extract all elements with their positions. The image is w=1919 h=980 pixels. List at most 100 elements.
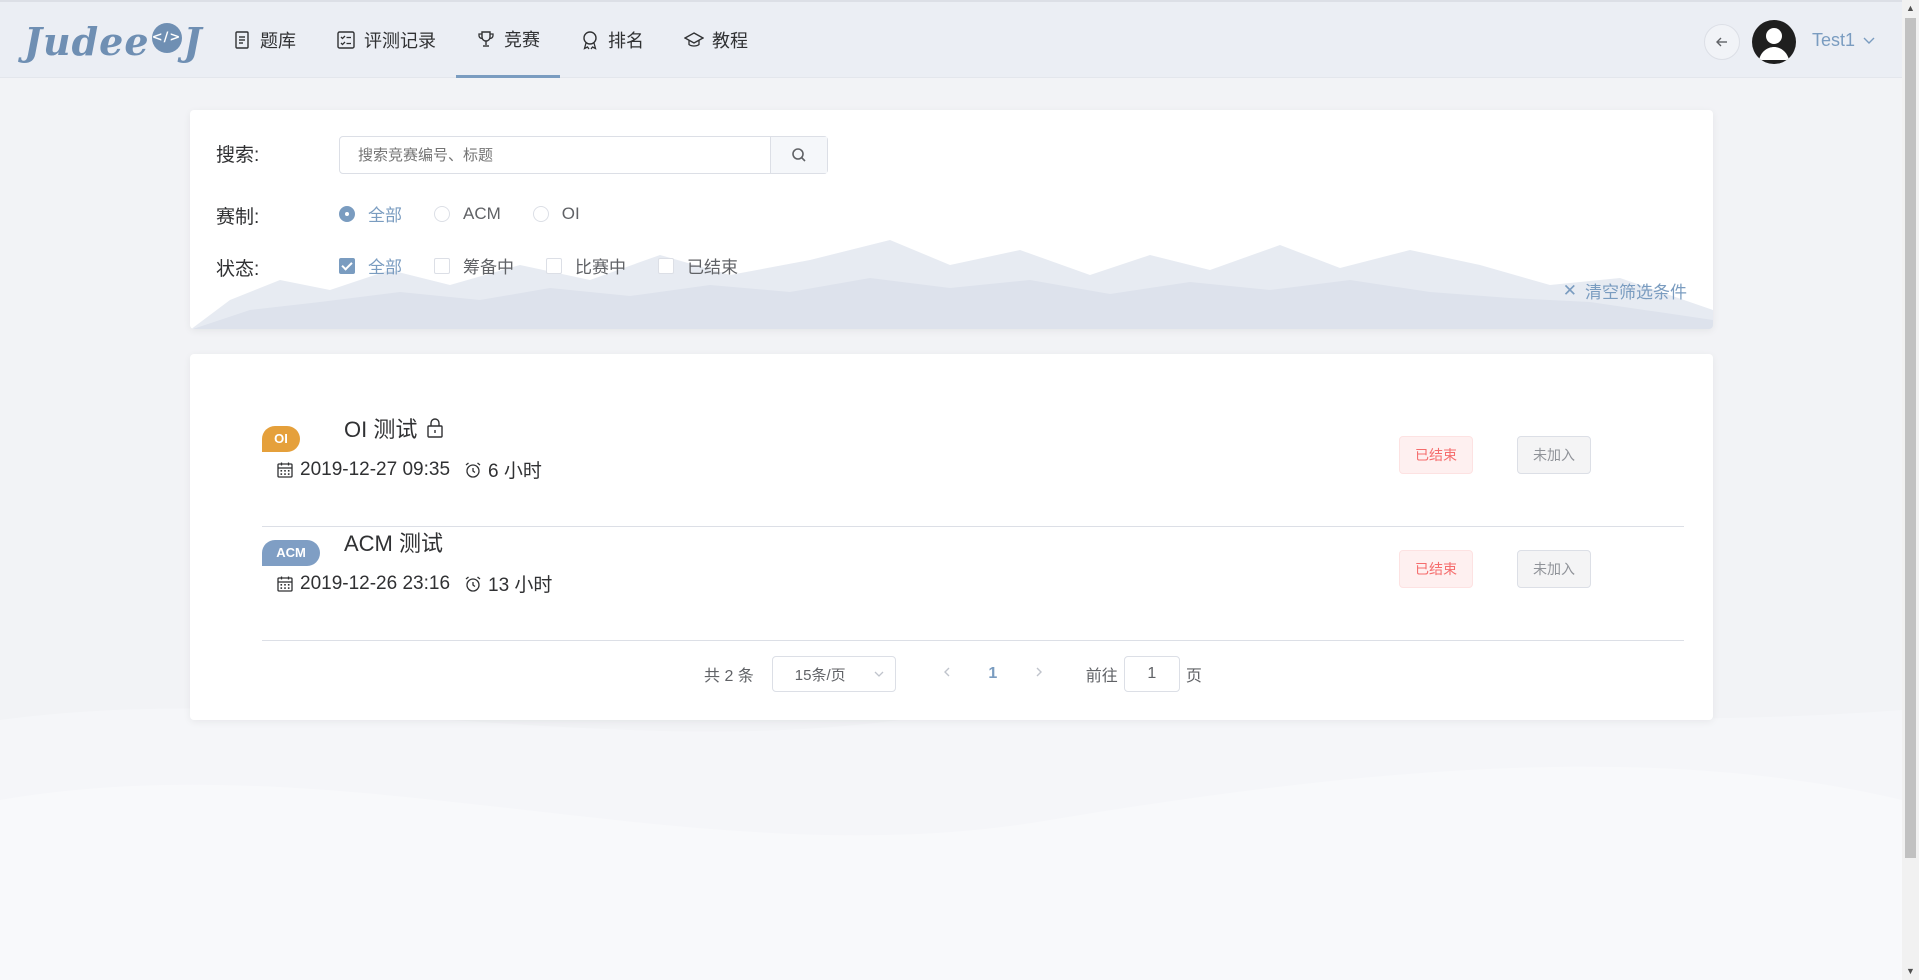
- avatar[interactable]: [1752, 20, 1796, 64]
- main-nav: 题库 评测记录 竞赛 排名 教程: [212, 2, 768, 78]
- nav-item-contests[interactable]: 竞赛: [456, 2, 560, 78]
- contest-meta: 2019-12-27 09:35 6 小时: [276, 456, 542, 483]
- pagination-total: 共 2 条: [704, 668, 754, 685]
- checkbox-ended[interactable]: 已结束: [658, 253, 738, 278]
- chevron-down-icon: [874, 671, 884, 677]
- scrollbar-thumb[interactable]: [1905, 18, 1916, 858]
- page-size-select[interactable]: 15条/页: [771, 656, 896, 692]
- checkbox[interactable]: [434, 257, 450, 274]
- radio-label: ACM: [463, 203, 501, 223]
- calendar-icon: [277, 462, 293, 478]
- filter-panel: 搜索: 赛制: 全部 ACM OI 状态: 全部 筹备中 比赛中 已结束 ✕ 清…: [190, 110, 1713, 329]
- next-page-button[interactable]: [1016, 665, 1062, 683]
- arrow-left-icon: [1716, 37, 1727, 47]
- radio-acm[interactable]: ACM: [434, 204, 501, 224]
- contest-duration: 13 小时: [464, 570, 552, 597]
- page: Judee </> J 题库 评测记录 竞赛 排名 教程 Test1 搜索: 搜…: [0, 0, 1902, 980]
- checkbox-label: 已结束: [687, 258, 738, 277]
- graduation-cap-icon: [684, 32, 704, 47]
- document-icon: [235, 31, 249, 49]
- pagination: 共 2 条 15条/页 1 前往 1 页: [704, 656, 1202, 692]
- type-radio-group: 全部 ACM OI: [339, 201, 612, 226]
- username[interactable]: Test1: [1812, 30, 1855, 51]
- logo[interactable]: Judee </> J: [24, 18, 203, 64]
- checkbox[interactable]: [546, 257, 562, 274]
- checkbox-running[interactable]: 比赛中: [546, 253, 626, 278]
- contest-title[interactable]: ACM 测试: [344, 526, 443, 558]
- checkbox[interactable]: [658, 257, 674, 274]
- checkbox-label: 比赛中: [575, 258, 626, 277]
- contest-row[interactable]: OI OI 测试 2019-12-27 09:35 6 小时 已结束 未加入: [262, 412, 1684, 527]
- alarm-clock-icon: [465, 575, 481, 592]
- logo-text: Judee: [24, 18, 150, 64]
- nav-label: 评测记录: [364, 31, 436, 51]
- clear-filters-label: 清空筛选条件: [1585, 283, 1687, 302]
- nav-item-submissions[interactable]: 评测记录: [316, 2, 456, 78]
- nav-label: 竞赛: [504, 29, 540, 50]
- radio-button[interactable]: [434, 205, 450, 222]
- contest-type-tag: OI: [262, 426, 300, 452]
- logo-text-end: J: [183, 18, 203, 64]
- nav-item-problems[interactable]: 题库: [212, 2, 316, 78]
- goto-page: 前往 1 页: [1086, 656, 1202, 692]
- status-badge: 已结束: [1399, 550, 1473, 588]
- radio-oi[interactable]: OI: [532, 203, 580, 224]
- trophy-icon: [478, 30, 494, 47]
- contest-start-time: 2019-12-27 09:35: [300, 458, 451, 480]
- checkbox-label: 筹备中: [463, 258, 514, 277]
- status-checkbox-group: 全部 筹备中 比赛中 已结束: [339, 253, 770, 278]
- nav-label: 教程: [712, 31, 748, 51]
- search-label: 搜索:: [216, 145, 260, 166]
- mountain-decoration: [191, 240, 1713, 329]
- user-silhouette-icon: [1759, 28, 1789, 60]
- radio-button[interactable]: [532, 205, 549, 222]
- join-status-badge: 未加入: [1517, 436, 1591, 474]
- contest-duration-text: 6 小时: [488, 461, 542, 482]
- vertical-scrollbar[interactable]: ▲ ▼: [1902, 0, 1919, 980]
- page-number-current[interactable]: 1: [970, 665, 1016, 683]
- nav-item-ranking[interactable]: 排名: [560, 2, 664, 78]
- page-size-value: 15条/页: [794, 666, 846, 684]
- search-button[interactable]: [770, 137, 827, 173]
- close-icon: ✕: [1562, 280, 1577, 300]
- scroll-down-arrow-icon[interactable]: ▼: [1902, 963, 1919, 980]
- radio-label: OI: [561, 203, 580, 223]
- contest-title-text: ACM 测试: [344, 531, 444, 556]
- radio-label: 全部: [368, 206, 402, 225]
- back-button[interactable]: [1704, 24, 1740, 60]
- top-navbar: Judee </> J 题库 评测记录 竞赛 排名 教程 Test1: [0, 0, 1902, 78]
- calendar-icon: [277, 576, 293, 592]
- medal-icon: [583, 31, 597, 50]
- scroll-up-arrow-icon[interactable]: ▲: [1902, 0, 1919, 17]
- checkbox-all[interactable]: 全部: [339, 253, 402, 278]
- search-icon: [792, 148, 806, 162]
- join-status-badge: 未加入: [1517, 550, 1591, 588]
- nav-label: 题库: [260, 31, 296, 51]
- prev-page-button[interactable]: [924, 665, 970, 683]
- lock-icon: [427, 418, 444, 438]
- search-input[interactable]: [340, 137, 770, 173]
- checkbox-checked[interactable]: [339, 257, 355, 274]
- chevron-left-icon: [943, 667, 950, 677]
- goto-suffix: 页: [1185, 668, 1202, 685]
- goto-page-input[interactable]: 1: [1123, 656, 1180, 692]
- alarm-clock-icon: [465, 461, 481, 478]
- contest-duration: 6 小时: [464, 456, 542, 483]
- checkbox-label: 全部: [368, 258, 402, 277]
- code-bubble-icon: </>: [151, 23, 182, 53]
- clear-filters-link[interactable]: ✕ 清空筛选条件: [1563, 278, 1687, 303]
- chevron-right-icon: [1036, 667, 1042, 677]
- contest-list-panel: OI OI 测试 2019-12-27 09:35 6 小时 已结束 未加入 A…: [190, 354, 1713, 720]
- radio-button-checked[interactable]: [339, 205, 355, 222]
- type-label: 赛制:: [216, 207, 260, 228]
- contest-title-text: OI 测试: [344, 417, 418, 442]
- contest-title[interactable]: OI 测试: [344, 412, 445, 444]
- contest-row[interactable]: ACM ACM 测试 2019-12-26 23:16 13 小时 已结束 未加…: [262, 526, 1684, 641]
- nav-item-tutorial[interactable]: 教程: [664, 2, 768, 78]
- radio-all[interactable]: 全部: [339, 201, 402, 226]
- contest-start-time: 2019-12-26 23:16: [300, 572, 451, 594]
- status-label: 状态:: [216, 259, 260, 280]
- checkbox-preparing[interactable]: 筹备中: [434, 253, 514, 278]
- chevron-down-icon[interactable]: [1862, 34, 1876, 48]
- search-field: [339, 136, 828, 174]
